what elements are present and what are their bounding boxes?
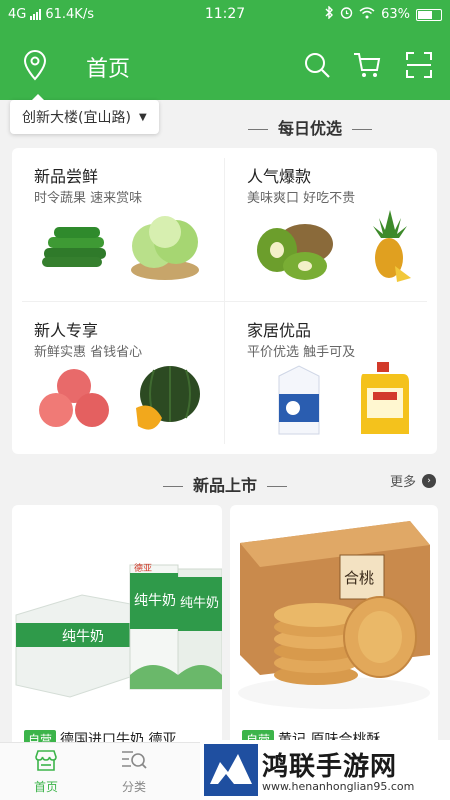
new-section-title-text: 新品上市 (192, 476, 257, 495)
more-link-label: 更多 (389, 475, 416, 490)
walnut-cookie-product-image: 合桃 (238, 521, 430, 709)
watermark-url: www.henanhonglian95.com (262, 780, 415, 793)
milk-pack-label-2: 纯牛奶 (180, 596, 219, 611)
new-section-title: 新品上市 (0, 472, 450, 496)
apple-image (39, 369, 109, 427)
pumpkin-image (136, 366, 200, 430)
detergent-bottle-image (361, 362, 409, 434)
battery-percent: 63% (381, 7, 410, 22)
tab-home-label: 首页 (33, 780, 58, 794)
milk-brand-text: 德亚 (134, 562, 152, 574)
cell-title: 新人专享 (34, 321, 99, 340)
cell-subtitle: 时令蔬果 速来赏味 (34, 191, 143, 206)
cell-subtitle: 平价优选 触手可及 (247, 345, 356, 360)
lettuce-image (131, 216, 199, 280)
cart-icon[interactable] (352, 50, 382, 80)
location-selector[interactable]: 创新大楼(宜山路) ▼ (10, 94, 159, 134)
tab-home[interactable]: 首页 (6, 747, 86, 795)
category-home[interactable]: 家居优品 平价优选 触手可及 (225, 302, 437, 455)
more-link[interactable]: 更多 › (390, 471, 436, 490)
cookie-box-label: 合桃 (344, 569, 374, 587)
cell-subtitle: 新鲜实惠 省钱省心 (34, 345, 143, 360)
wifi-icon (359, 6, 375, 23)
nav-bar: 首页 (0, 36, 450, 96)
category-search-icon (122, 751, 147, 769)
cell-title: 人气爆款 (247, 167, 312, 186)
milk-carton-image (278, 365, 320, 435)
scan-icon[interactable] (404, 50, 434, 80)
category-popular[interactable]: 人气爆款 美味爽口 好吃不贵 (225, 148, 437, 301)
search-icon[interactable] (302, 50, 332, 80)
alarm-icon (340, 6, 353, 23)
chevron-right-icon: › (422, 473, 436, 488)
tab-category[interactable]: 分类 (94, 747, 174, 795)
status-bar: 4G 61.4K/s 11:27 63% (0, 0, 450, 32)
cell-subtitle: 美味爽口 好吃不贵 (247, 191, 356, 206)
milk-product-image: 纯牛奶 德亚 纯牛奶 纯牛奶 (15, 562, 222, 698)
site-watermark: 鸿联手游网 www.henanhonglian95.com (200, 740, 450, 800)
daily-picks-card: 新品尝鲜 时令蔬果 速来赏味 人气爆款 美味爽口 好吃不贵 新人专享 新鲜实惠 … (12, 148, 437, 454)
cucumber-image (42, 227, 106, 267)
shop-icon (35, 750, 57, 771)
daily-section-title-text: 每日优选 (277, 119, 342, 138)
milk-pack-label: 纯牛奶 (134, 593, 176, 609)
cell-title: 家居优品 (247, 321, 312, 340)
watermark-name: 鸿联手游网 (262, 752, 398, 782)
category-new-user[interactable]: 新人专享 新鲜实惠 省钱省心 (12, 302, 224, 455)
location-label: 创新大楼(宜山路) (22, 110, 131, 126)
app-header: 4G 61.4K/s 11:27 63% 首页 (0, 0, 450, 100)
category-new-taste[interactable]: 新品尝鲜 时令蔬果 速来赏味 (12, 148, 224, 301)
battery-icon (416, 8, 442, 21)
product-card-walnut-cookie[interactable]: 合桃 自营黄记 原味合桃酥 (230, 505, 438, 765)
cell-title: 新品尝鲜 (34, 167, 99, 186)
milk-box-label: 纯牛奶 (62, 629, 104, 645)
tab-category-label: 分类 (121, 780, 146, 794)
watermark-logo (204, 744, 258, 796)
location-pin-icon[interactable] (20, 50, 50, 82)
product-card-milk[interactable]: 纯牛奶 德亚 纯牛奶 纯牛奶 自营 德国进口牛奶 德亚 (12, 505, 222, 765)
dropdown-arrow-icon: ▼ (138, 111, 147, 123)
bluetooth-icon (324, 5, 334, 23)
page-title: 首页 (86, 57, 131, 82)
pineapple-image (373, 210, 411, 282)
kiwi-image (257, 224, 333, 280)
